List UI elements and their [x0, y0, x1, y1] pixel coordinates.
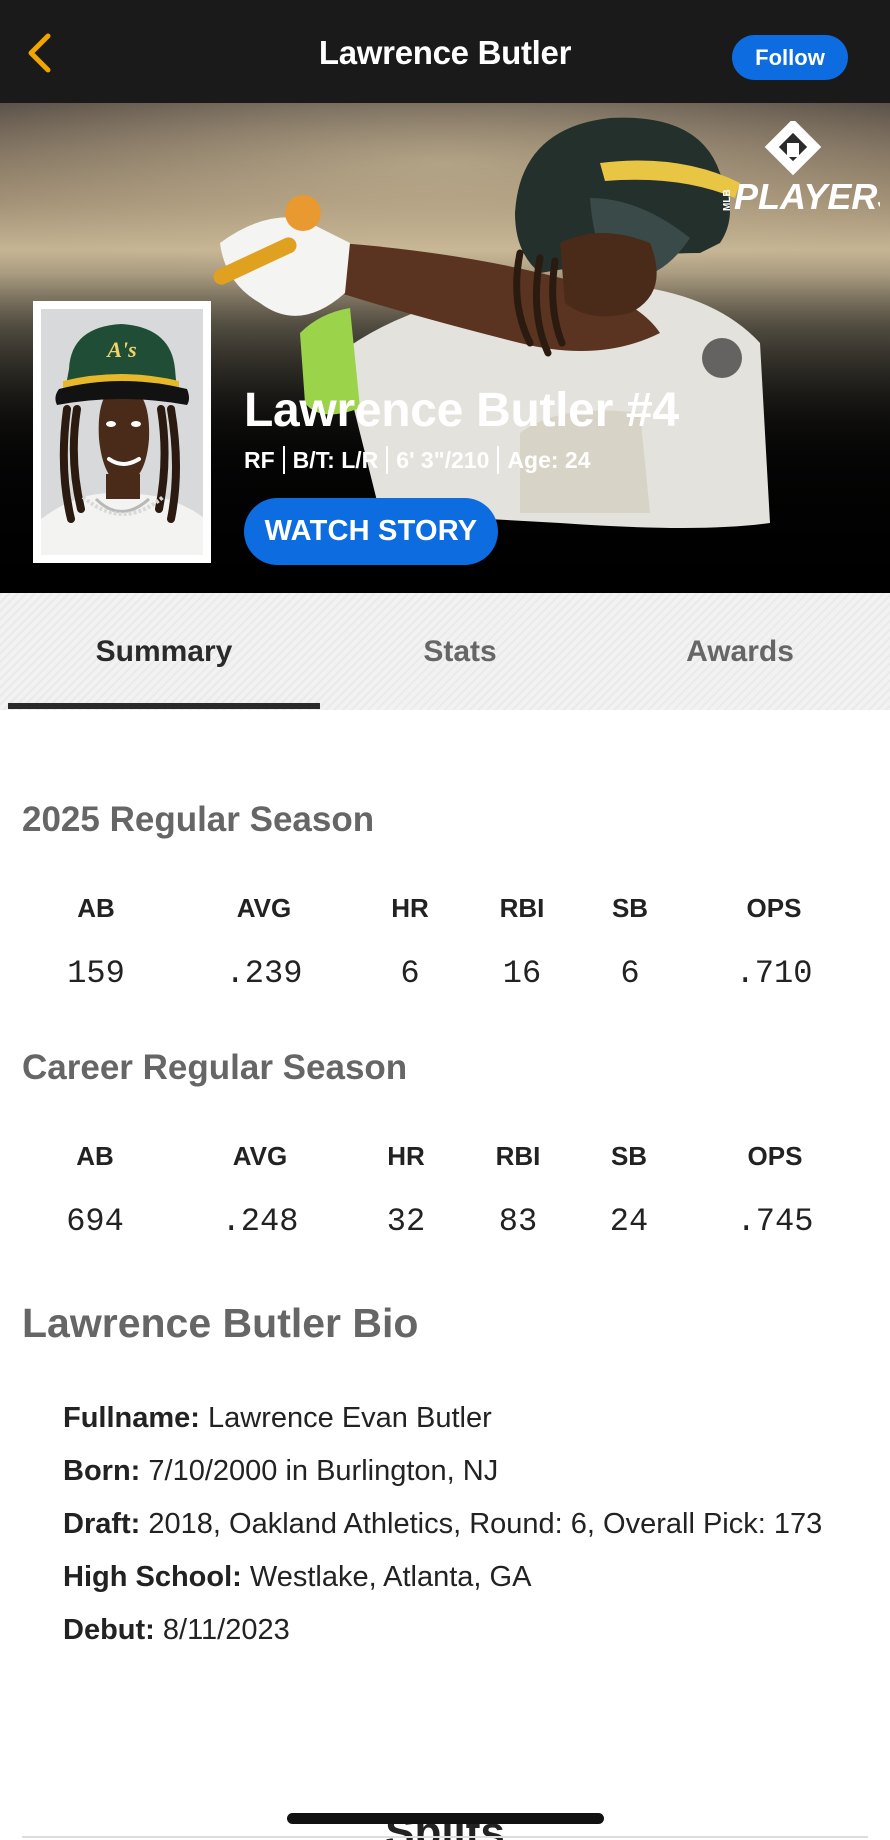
player-headshot: A's	[41, 309, 203, 555]
stat-header: AVG	[232, 1141, 288, 1171]
bio-label: Born:	[63, 1455, 141, 1487]
stat-value: .248	[221, 1203, 299, 1240]
watch-story-button[interactable]: WATCH STORY	[244, 498, 498, 565]
bio-label: Draft:	[63, 1508, 141, 1540]
bio-value: 2018, Oakland Athletics, Round: 6, Overa…	[140, 1508, 823, 1540]
season-stats-title: 2025 Regular Season	[22, 800, 375, 839]
stat-header: AB	[76, 1141, 114, 1171]
player-headshot-frame: A's	[33, 301, 211, 563]
player-hero-banner: MLB PLAYERS A's Lawrence Butler #4	[0, 103, 890, 593]
career-stats-value-row: 694 .248 32 83 24 .745	[0, 1203, 890, 1263]
stat-value: .239	[225, 955, 303, 992]
bio-label: High School:	[63, 1561, 242, 1593]
bio-item-fullname: Fullname: Lawrence Evan Butler	[63, 1395, 843, 1441]
stat-header: SB	[611, 893, 649, 923]
bio-item-draft: Draft: 2018, Oakland Athletics, Round: 6…	[63, 1501, 843, 1547]
splits-divider	[22, 1836, 868, 1838]
top-navbar: Lawrence Butler Follow	[0, 0, 890, 103]
bio-title: Lawrence Butler Bio	[22, 1300, 419, 1346]
bio-label: Debut:	[63, 1614, 155, 1646]
bio-item-high-school: High School: Westlake, Atlanta, GA	[63, 1554, 843, 1600]
season-stats-value-row: 159 .239 6 16 6 .710	[0, 955, 890, 1015]
bio-value: Lawrence Evan Butler	[199, 1402, 492, 1434]
meta-divider	[497, 446, 500, 474]
player-bats-throws: B/T: L/R	[292, 446, 379, 473]
active-tab-indicator	[8, 703, 320, 709]
stat-value: 6	[620, 955, 640, 992]
cap-logo: A's	[105, 337, 136, 362]
stat-value: .745	[736, 1203, 814, 1240]
bio-value: 8/11/2023	[154, 1614, 290, 1646]
stat-value: 159	[67, 955, 125, 992]
bio-label: Fullname:	[63, 1402, 200, 1434]
logo-mlb-text: MLB	[722, 189, 733, 211]
tab-summary[interactable]: Summary	[8, 593, 320, 710]
player-meta: RF B/T: L/R 6' 3"/210 Age: 24	[244, 446, 591, 474]
stat-value: 24	[609, 1203, 649, 1240]
tab-awards[interactable]: Awards	[600, 593, 880, 710]
mlb-players-logo: MLB PLAYERS	[722, 121, 880, 216]
career-stats-title: Career Regular Season	[22, 1048, 408, 1087]
stat-header: OPS	[746, 893, 802, 923]
career-stats-header-row: AB AVG HR RBI SB OPS	[0, 1141, 890, 1201]
stat-value: .710	[735, 955, 813, 992]
season-stats-header-row: AB AVG HR RBI SB OPS	[0, 893, 890, 953]
profile-tabs: Summary Stats Awards	[0, 593, 890, 710]
stat-value: 694	[66, 1203, 124, 1240]
follow-button[interactable]: Follow	[732, 35, 848, 80]
bio-list: Fullname: Lawrence Evan Butler Born: 7/1…	[63, 1395, 843, 1660]
player-position: RF	[244, 446, 275, 473]
stat-header: SB	[610, 1141, 648, 1171]
player-name-number: Lawrence Butler #4	[244, 384, 679, 437]
meta-divider	[386, 446, 389, 474]
stat-header: OPS	[747, 1141, 803, 1171]
bio-value: 7/10/2000 in Burlington, NJ	[140, 1455, 499, 1487]
bio-item-born: Born: 7/10/2000 in Burlington, NJ	[63, 1448, 843, 1494]
tab-stats[interactable]: Stats	[320, 593, 600, 710]
logo-players-text: PLAYERS	[734, 176, 880, 216]
meta-divider	[282, 446, 285, 474]
bio-value: Westlake, Atlanta, GA	[241, 1561, 532, 1593]
stat-header: AVG	[236, 893, 292, 923]
bio-item-debut: Debut: 8/11/2023	[63, 1607, 843, 1653]
stat-header: AB	[77, 893, 115, 923]
home-indicator[interactable]	[287, 1813, 604, 1824]
player-age: Age: 24	[507, 446, 591, 473]
player-height-weight: 6' 3"/210	[396, 446, 490, 473]
